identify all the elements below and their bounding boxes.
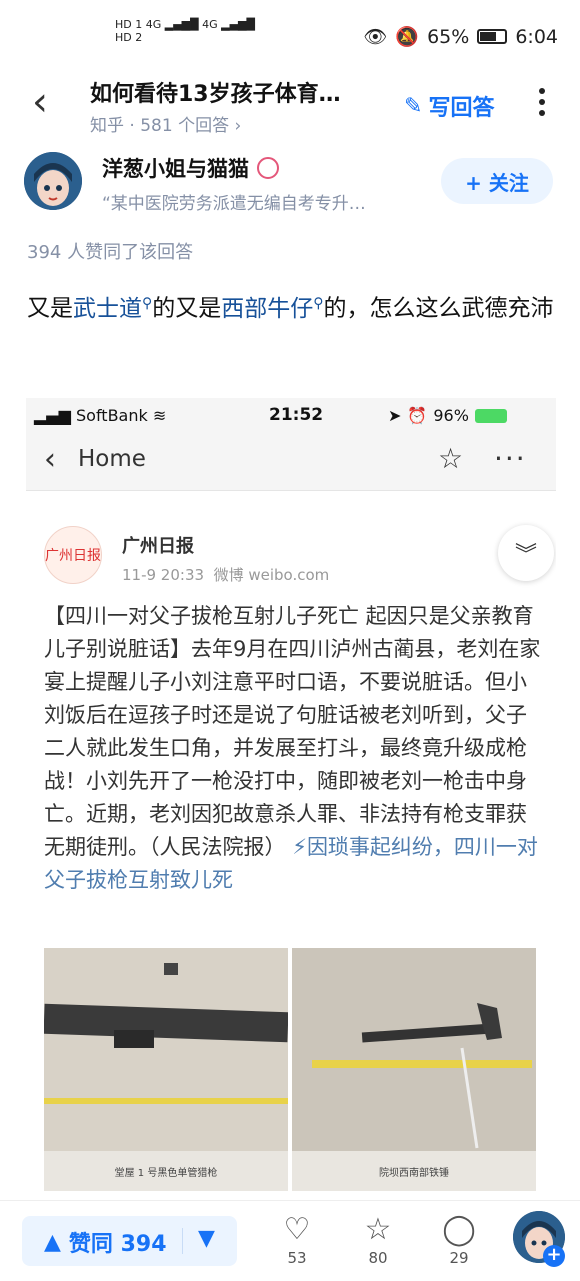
photo-hammer: 院坝西南部铁锤 — [292, 948, 536, 1191]
eye-icon: 👁 — [363, 26, 388, 48]
edit-icon: ✎ — [404, 93, 423, 119]
embedded-status-bar: ▂▄▆ SoftBank ≋ 21:52 ➤ ⏰ 96% — [26, 398, 556, 434]
embedded-carrier: ▂▄▆ SoftBank ≋ — [34, 406, 166, 425]
reply-button[interactable]: ◯ 29 — [429, 1212, 489, 1268]
post-via: 微博 weibo.com — [213, 566, 330, 584]
signal-row-2: HD 2 — [115, 31, 143, 44]
photo-caption: 堂屋 1 号黑色单管猎枪 — [44, 1151, 288, 1191]
weibo-account-logo: 广州日报 — [44, 526, 102, 584]
wifi-icon: ≋ — [147, 406, 167, 425]
author-bio: “某中医院劳务派遣无编自考专升… — [102, 194, 366, 214]
star-icon: ☆ — [438, 442, 464, 475]
comment-count: 53 — [287, 1249, 307, 1267]
plus-icon[interactable]: + — [543, 1245, 565, 1267]
search-icon: ⚲ — [313, 295, 324, 311]
comment-icon: ♡ — [283, 1212, 311, 1247]
ellipsis-icon: ··· — [494, 442, 527, 475]
signal-icon: ▂▄▆ — [34, 406, 76, 425]
mute-bell-icon: 🔕 — [395, 26, 420, 48]
answer-text-part: 又是 — [27, 295, 73, 322]
photo-shotgun: 堂屋 1 号黑色单管猎枪 — [44, 948, 288, 1191]
status-bar: HD 1 4G ▂▄▆█ 4G ▂▄▆█ HD 2 👁 🔕 65% 6:04 — [0, 0, 580, 70]
answer-text-part: 的，怎么这么武德充沛 — [323, 295, 554, 322]
post-time: 11-9 20:33 — [122, 566, 205, 584]
post-body: 【四川一对父子拔枪互射儿子死亡 起因只是父亲教育儿子别说脏话】去年9月在四川泸州… — [44, 604, 541, 859]
upvote-label: 赞同 394 — [68, 1232, 167, 1257]
author-name: 洋葱小姐与猫猫 — [102, 157, 249, 181]
vote-group: ▲ 赞同 394 ▼ — [22, 1216, 237, 1266]
weibo-post-meta: 11-9 20:33 微博 weibo.com — [122, 564, 329, 585]
dot-separator: · — [129, 116, 141, 136]
write-answer-button[interactable]: ✎ 写回答 — [404, 90, 494, 122]
verified-badge-icon — [257, 157, 279, 179]
location-icon: ➤ — [388, 406, 402, 425]
keyword-link-cowboy[interactable]: 西部牛仔⚲ — [221, 295, 324, 322]
upvote-button[interactable]: ▲ 赞同 394 — [44, 1226, 167, 1258]
carrier-label: SoftBank — [76, 406, 148, 425]
vote-divider — [182, 1228, 183, 1254]
battery-icon — [477, 29, 508, 44]
keyword-label: 西部牛仔 — [221, 295, 314, 322]
more-menu-icon[interactable] — [532, 88, 552, 118]
embedded-screenshot[interactable]: ▂▄▆ SoftBank ≋ 21:52 ➤ ⏰ 96% ‹ Home ☆ ··… — [26, 398, 556, 1198]
downvote-button[interactable]: ▼ — [198, 1226, 215, 1251]
favorite-count: 80 — [368, 1249, 388, 1267]
clock: 6:04 — [515, 25, 558, 48]
hammer-illustration — [292, 948, 536, 1151]
keyword-label: 武士道 — [73, 295, 142, 322]
chevron-left-icon: ‹ — [44, 442, 56, 477]
search-icon: ⚲ — [142, 295, 153, 311]
author-name-row[interactable]: 洋葱小姐与猫猫 — [102, 153, 279, 183]
speech-bubble-icon: ◯ — [442, 1212, 476, 1247]
source-label: 知乎 — [90, 116, 124, 136]
signal-row-1: HD 1 4G ▂▄▆█ 4G ▂▄▆█ — [115, 18, 255, 31]
follow-button[interactable]: + 关注 — [441, 158, 553, 204]
battery-fill — [480, 32, 496, 41]
answer-text-part: 的又是 — [152, 295, 222, 322]
embedded-time: 21:52 — [269, 405, 324, 425]
back-arrow-icon[interactable]: ‹ — [32, 82, 62, 122]
photo-caption: 院坝西南部铁锤 — [292, 1151, 536, 1191]
star-icon: ☆ — [364, 1212, 392, 1247]
likes-summary: 394 人赞同了该回答 — [27, 242, 194, 263]
embedded-status-right: ➤ ⏰ 96% — [388, 406, 507, 425]
embedded-battery-percent: 96% — [433, 406, 469, 425]
question-title[interactable]: 如何看待13岁孩子体育… — [90, 76, 380, 108]
weibo-account-name: 广州日报 — [122, 536, 194, 557]
logo-lettering: 广州日报 — [45, 548, 101, 564]
alarm-icon: ⏰ — [407, 406, 428, 425]
comment-button[interactable]: ♡ 53 — [267, 1212, 327, 1268]
question-meta[interactable]: 知乎 · 581 个回答 › — [90, 111, 241, 136]
status-right: 👁 🔕 65% 6:04 — [363, 25, 558, 49]
answer-text: 又是武士道⚲的又是西部牛仔⚲的，怎么这么武德充沛 — [27, 282, 557, 330]
bottom-action-bar: ▲ 赞同 394 ▼ ♡ 53 ☆ 80 ◯ 29 + — [0, 1200, 580, 1281]
triangle-down-icon: ▼ — [198, 1226, 215, 1251]
chevron-right-icon: › — [234, 116, 242, 136]
signal-indicators: HD 1 4G ▂▄▆█ 4G ▂▄▆█ HD 2 — [115, 18, 255, 44]
chevron-double-down-icon: ︾ — [498, 525, 554, 581]
embedded-home-label: Home — [78, 446, 146, 472]
keyword-link-bushido[interactable]: 武士道⚲ — [73, 295, 153, 322]
shotgun-illustration — [44, 948, 288, 1151]
weibo-post-text: 【四川一对父子拔枪互射儿子死亡 起因只是父亲教育儿子别说脏话】去年9月在四川泸州… — [44, 600, 544, 897]
reply-count: 29 — [449, 1249, 469, 1267]
answer-count: 581 个回答 — [140, 116, 230, 136]
triangle-up-icon: ▲ — [44, 1229, 61, 1255]
write-answer-label: 写回答 — [428, 96, 495, 121]
author-avatar[interactable] — [24, 152, 82, 210]
avatar-illustration — [24, 152, 82, 210]
battery-percent: 65% — [427, 25, 470, 48]
favorite-button[interactable]: ☆ 80 — [348, 1212, 408, 1268]
battery-icon — [474, 408, 507, 423]
embedded-nav-bar: ‹ Home ☆ ··· — [26, 434, 556, 491]
lightning-icon: ⚡ — [292, 835, 307, 859]
